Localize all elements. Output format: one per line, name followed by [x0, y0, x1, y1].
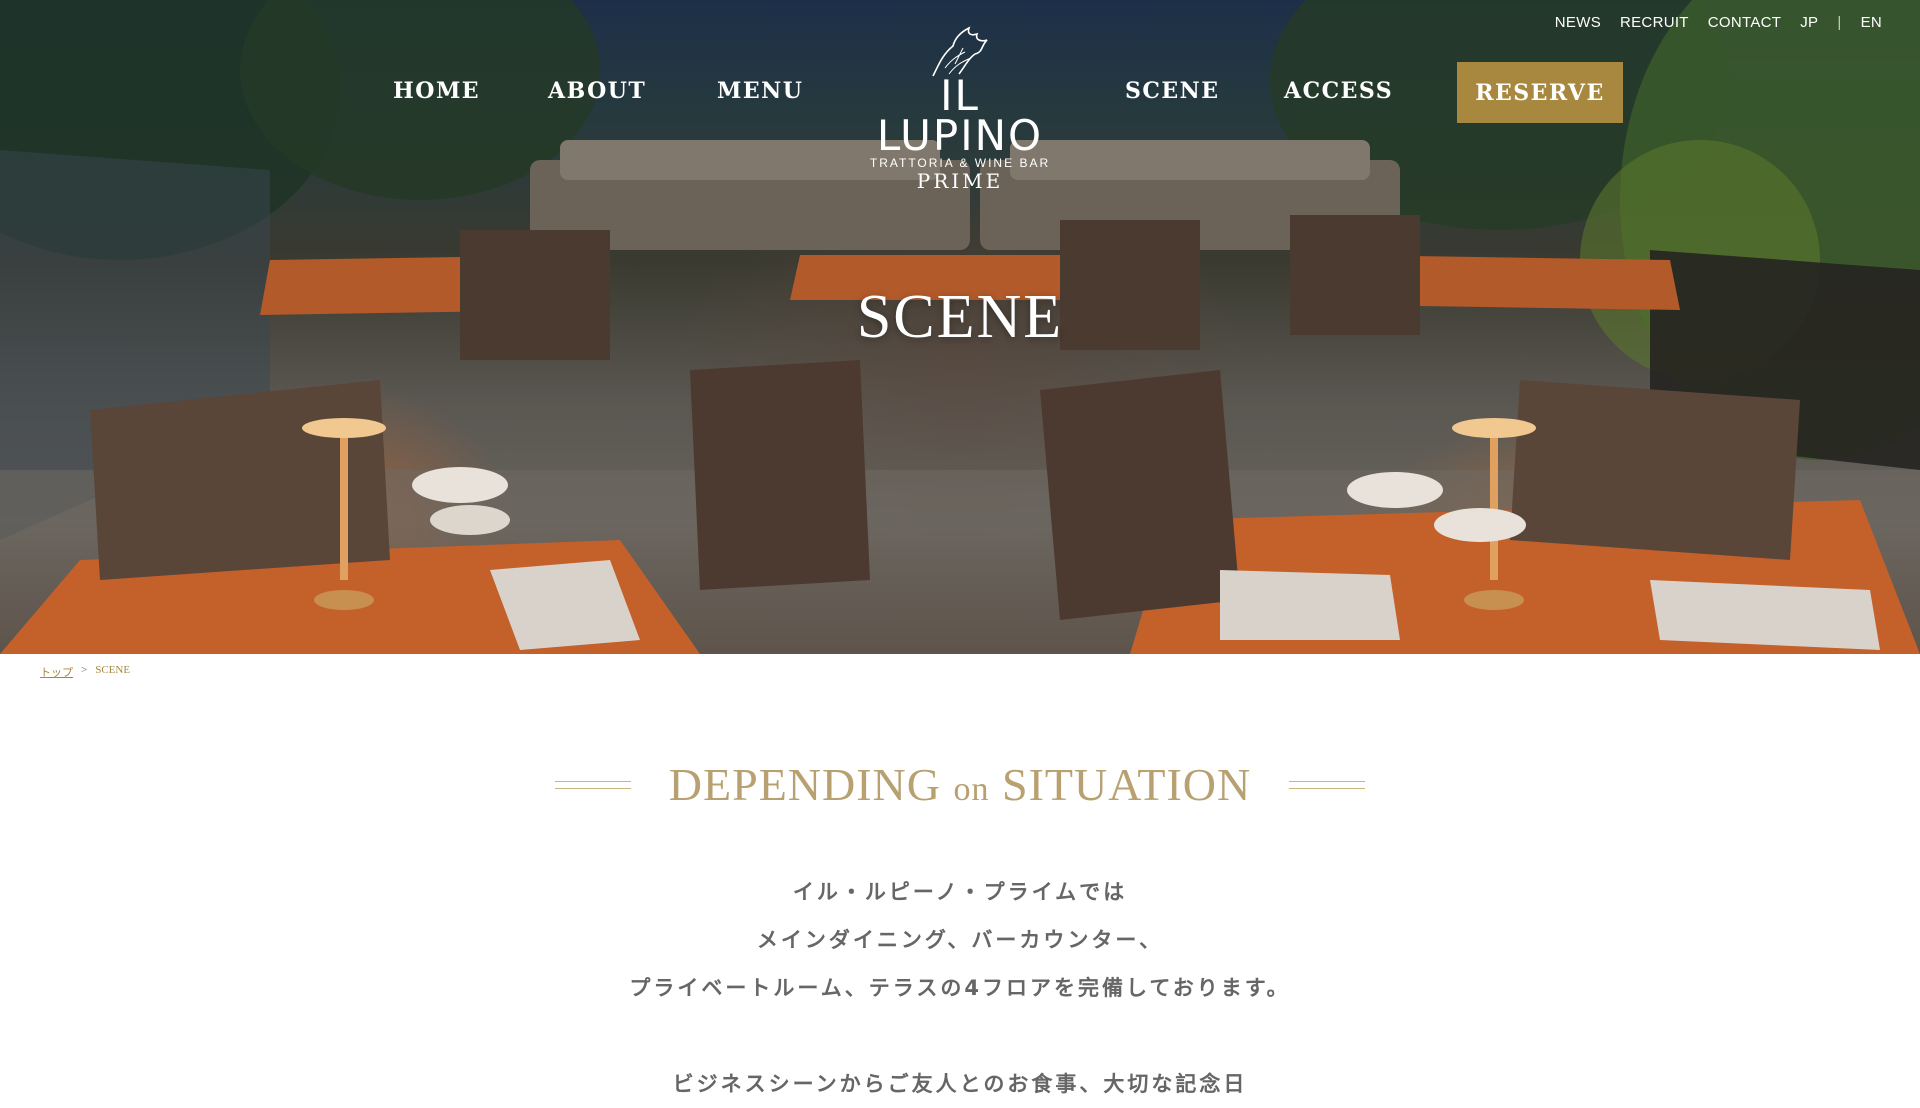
nav-about[interactable]: ABOUT — [548, 78, 646, 104]
recruit-link[interactable]: RECRUIT — [1620, 14, 1689, 31]
page-title: SCENE — [856, 283, 1064, 351]
section-title: DEPENDING on SITUATION — [668, 759, 1252, 810]
description-line: イル・ルピーノ・プライムでは — [792, 880, 1128, 904]
breadcrumb-home-link[interactable]: トップ — [40, 664, 73, 680]
breadcrumb: トップ > SCENE — [40, 664, 130, 680]
nav-menu[interactable]: MENU — [717, 78, 803, 104]
description-line: ビジネスシーンからご友人とのお食事、大切な記念日 — [672, 1072, 1248, 1096]
hero-banner: NEWS RECRUIT CONTACT JP | EN HOME ABOUT … — [0, 0, 1920, 654]
heading-decoration-left — [554, 780, 631, 789]
logo-tagline: TRATTORIA & WINE BAR — [869, 156, 1051, 170]
language-jp-link[interactable]: JP — [1800, 14, 1818, 31]
description-line: プライベートルーム、テラスの4フロアを完備しております。 — [629, 976, 1291, 1000]
language-en-link[interactable]: EN — [1861, 14, 1882, 31]
logo-name: IL LUPINO — [876, 71, 1044, 160]
news-link[interactable]: NEWS — [1555, 14, 1601, 31]
nav-scene[interactable]: SCENE — [1125, 78, 1220, 104]
breadcrumb-separator: > — [81, 664, 88, 676]
breadcrumb-current: SCENE — [95, 664, 131, 676]
language-separator: | — [1837, 14, 1842, 31]
site-logo[interactable]: IL LUPINO TRATTORIA & WINE BAR PRIME — [862, 24, 1058, 192]
contact-link[interactable]: CONTACT — [1708, 14, 1781, 31]
logo-sub: PRIME — [916, 169, 1004, 193]
heading-decoration-right — [1289, 780, 1366, 789]
nav-home[interactable]: HOME — [393, 78, 480, 104]
reserve-button[interactable]: RESERVE — [1457, 62, 1623, 123]
section-description: イル・ルピーノ・プライムでは メインダイニング、バーカウンター、 プライベートル… — [0, 868, 1920, 1108]
description-line: メインダイニング、バーカウンター、 — [756, 928, 1164, 952]
nav-access[interactable]: ACCESS — [1284, 78, 1393, 104]
utility-nav: NEWS RECRUIT CONTACT JP | EN — [1555, 14, 1882, 31]
section-heading: DEPENDING on SITUATION — [0, 758, 1920, 811]
